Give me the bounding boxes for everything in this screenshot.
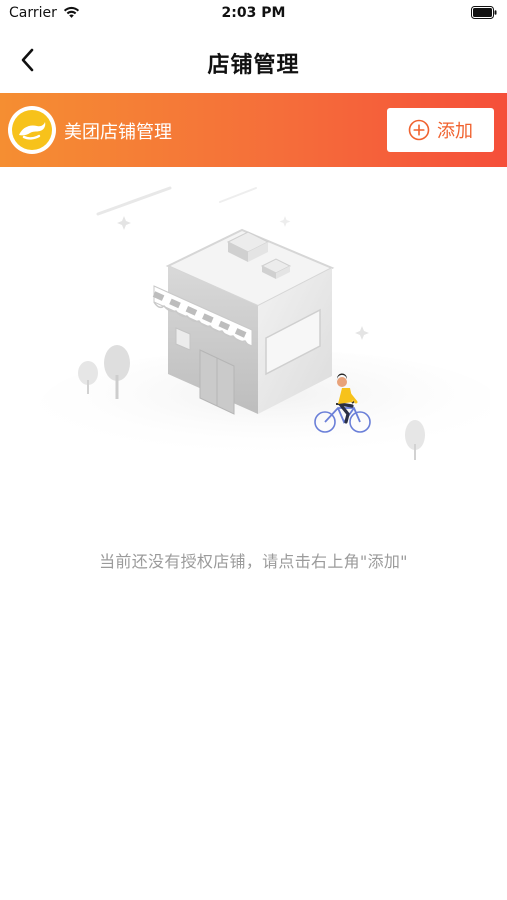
page-title: 店铺管理 xyxy=(207,53,300,78)
meituan-logo-icon xyxy=(8,106,56,154)
add-button-label: 添加 xyxy=(437,121,473,142)
navigation-bar: 店铺管理 xyxy=(0,28,507,93)
status-bar: Carrier 2:03 PM xyxy=(0,0,507,28)
store-banner: 美团店铺管理 添加 xyxy=(0,93,507,167)
plus-circle-icon xyxy=(408,119,430,141)
empty-state-message: 当前还没有授权店铺，请点击右上角"添加" xyxy=(99,552,408,571)
brand-name: 美团店铺管理 xyxy=(64,122,172,143)
battery-icon xyxy=(471,6,497,19)
status-time: 2:03 PM xyxy=(221,5,286,21)
add-store-button[interactable]: 添加 xyxy=(387,108,494,152)
empty-shop-illustration xyxy=(40,186,490,460)
